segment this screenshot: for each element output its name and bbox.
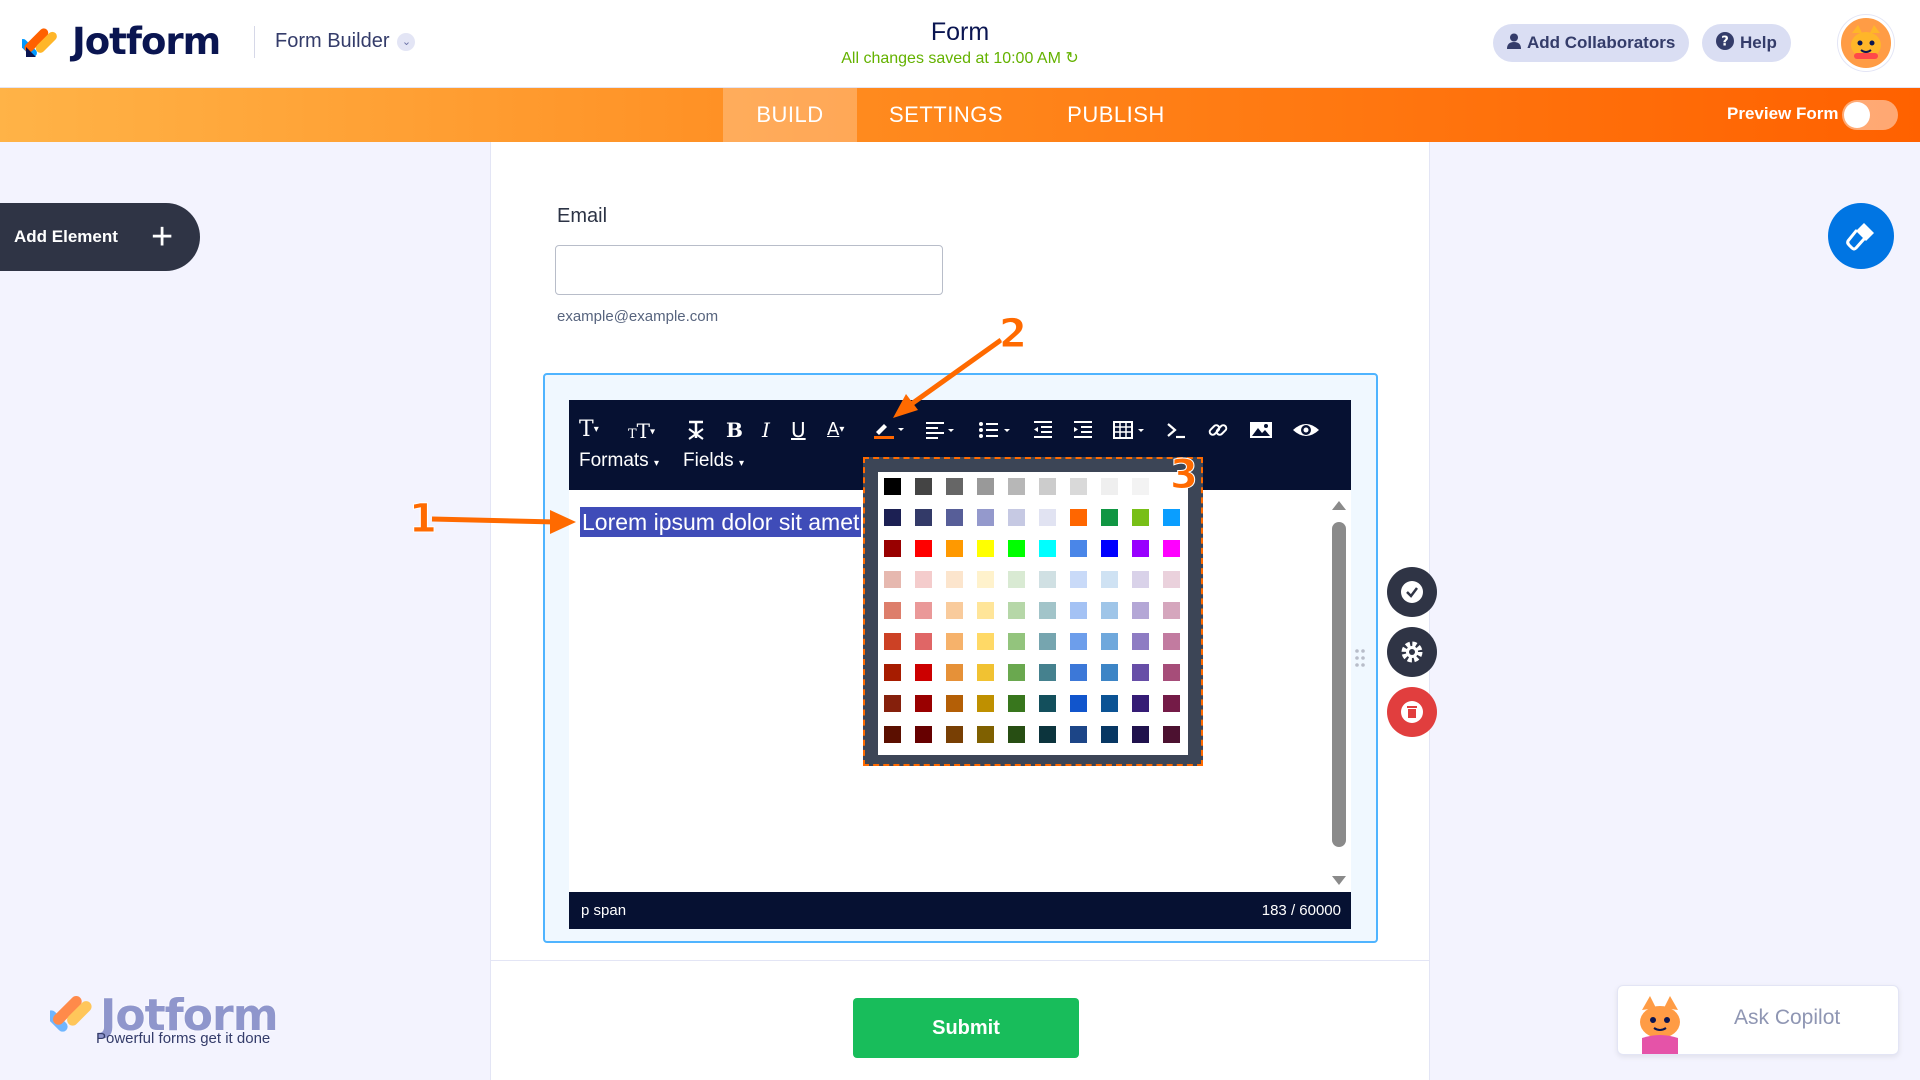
arrow-2-icon [893,337,1003,418]
annotation-arrows [431,337,1003,534]
arrow-1-icon [431,510,576,534]
annotation-label-1: 1 [409,496,438,543]
annotation-label-2: 2 [999,311,1028,358]
annotation-label-3: 3 [1170,452,1199,499]
